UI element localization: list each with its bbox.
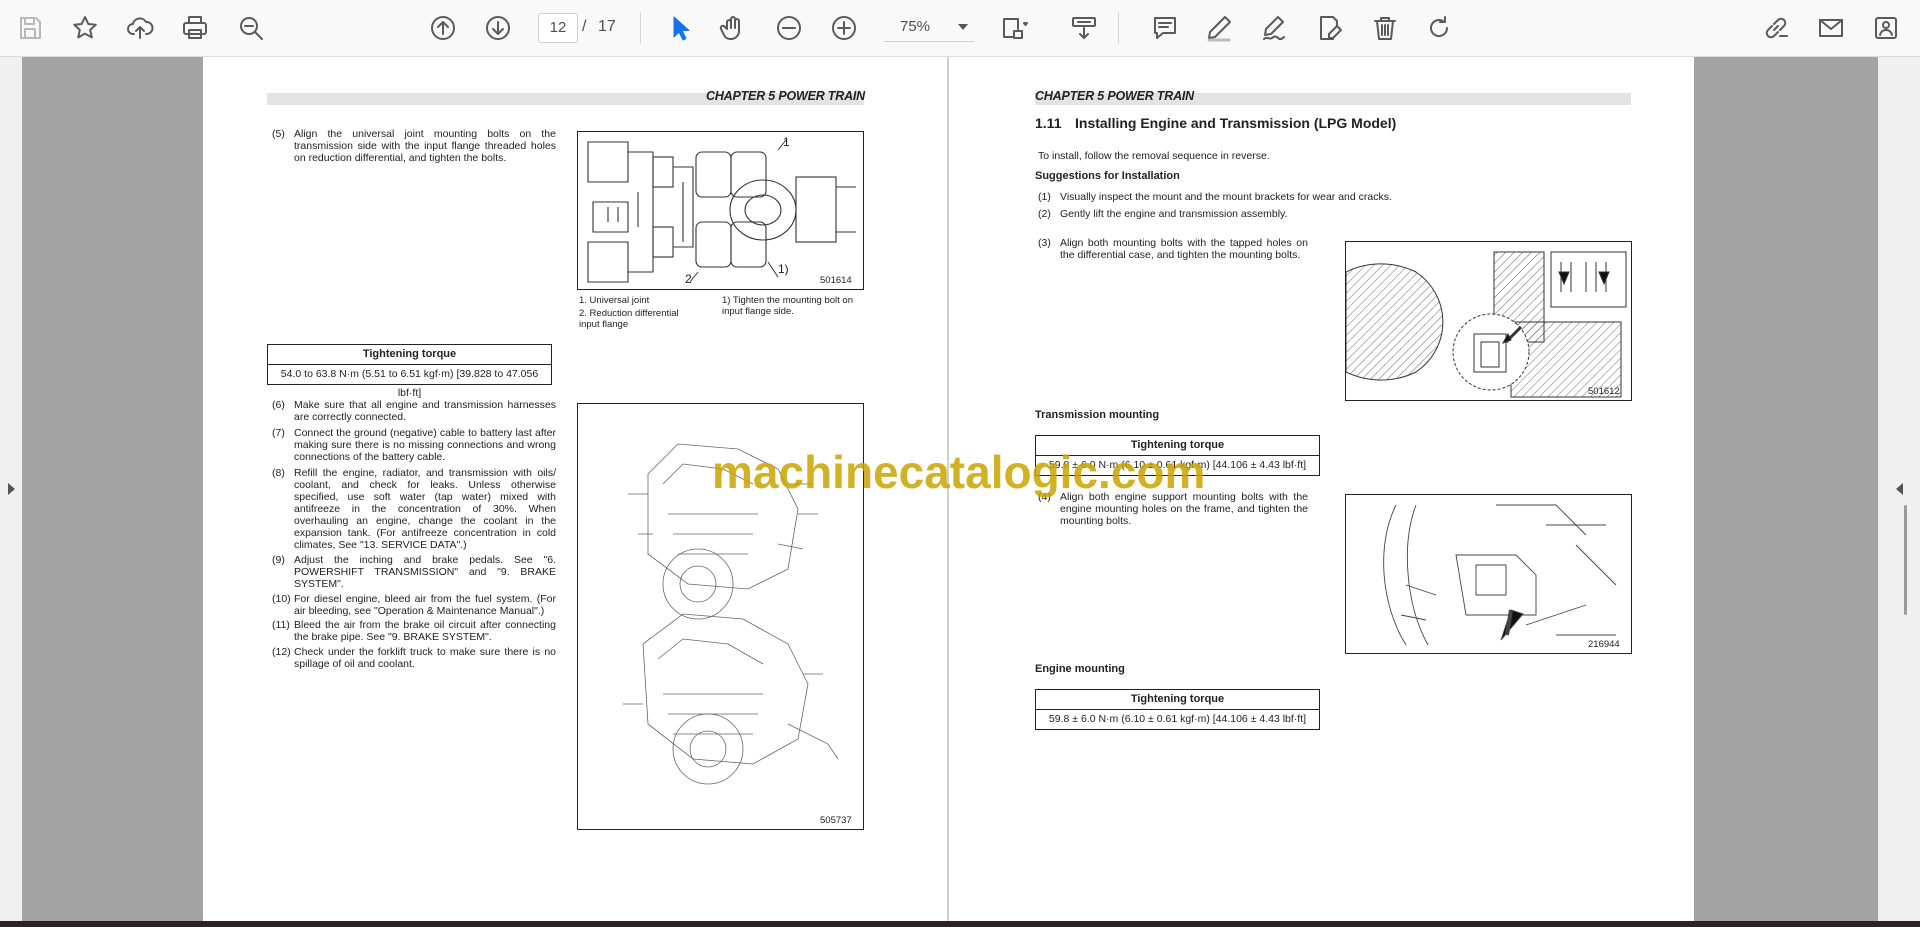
scroll-mode-icon[interactable] bbox=[1066, 10, 1102, 46]
zoom-search-icon[interactable] bbox=[233, 10, 269, 46]
step-number: (5) bbox=[272, 128, 285, 140]
step-number: (7) bbox=[272, 427, 285, 439]
step-11: (11) Bleed the air from the brake oil ci… bbox=[272, 619, 556, 643]
step-number: (12) bbox=[272, 646, 291, 658]
caption-2: 2. Reduction differential input flange bbox=[579, 308, 679, 330]
section-number: 1.11 bbox=[1035, 115, 1062, 131]
callout-1-paren: 1) bbox=[778, 262, 789, 276]
fit-page-icon[interactable] bbox=[996, 10, 1032, 46]
rotate-icon[interactable] bbox=[1421, 10, 1457, 46]
chevron-right-icon bbox=[8, 483, 15, 495]
step-text: Refill the engine, radiator, and transmi… bbox=[294, 467, 556, 551]
page-number-input[interactable]: 12 bbox=[538, 13, 578, 43]
torque-table-3: Tightening torque 59.8 ± 6.0 N·m (6.10 ±… bbox=[1035, 689, 1320, 730]
step-number: (8) bbox=[272, 467, 285, 479]
suggestion-2: (2) Gently lift the engine and transmiss… bbox=[1038, 208, 1418, 220]
callout-2: 2 bbox=[685, 272, 692, 286]
step-text: Adjust the inching and brake pedals. See… bbox=[294, 554, 556, 590]
engine-mounting-label: Engine mounting bbox=[1035, 663, 1125, 675]
zoom-out-icon[interactable] bbox=[771, 10, 807, 46]
step-text: Connect the ground (negative) cable to b… bbox=[294, 427, 556, 463]
torque-value: 59.8 ± 6.0 N·m (6.10 ± 0.61 kgf·m) [44.1… bbox=[1048, 713, 1307, 725]
share-icon[interactable] bbox=[1868, 10, 1904, 46]
step-number: (11) bbox=[272, 619, 290, 631]
torque-header: Tightening torque bbox=[1036, 690, 1319, 710]
step-number: (6) bbox=[272, 399, 285, 411]
figure-engine-mounting: 216944 bbox=[1345, 494, 1632, 654]
page-separator: / bbox=[582, 18, 587, 35]
suggestions-title: Suggestions for Installation bbox=[1035, 170, 1180, 182]
step-10: (10) For diesel engine, bleed air from t… bbox=[272, 593, 556, 617]
torque-value: 54.0 to 63.8 N·m (5.51 to 6.51 kgf·m) [3… bbox=[280, 368, 539, 399]
select-cursor-icon[interactable] bbox=[662, 10, 698, 46]
pen-icon[interactable] bbox=[1201, 10, 1237, 46]
caption-3: 1) Tighten the mounting bolt on input fl… bbox=[722, 295, 853, 317]
sign-icon[interactable] bbox=[1256, 10, 1292, 46]
step-text: Gently lift the engine and transmission … bbox=[1060, 208, 1288, 220]
step-6: (6) Make sure that all engine and transm… bbox=[272, 399, 556, 423]
chapter-header: CHAPTER 5 POWER TRAIN bbox=[1035, 89, 1195, 103]
torque-header: Tightening torque bbox=[268, 345, 551, 365]
figure-code: 216944 bbox=[1588, 639, 1620, 650]
step-text: For diesel engine, bleed air from the fu… bbox=[294, 593, 556, 617]
step-number: (9) bbox=[272, 554, 285, 566]
toolbar: 12 / 17 75% bbox=[0, 0, 1920, 57]
left-panel-toggle[interactable] bbox=[0, 57, 22, 921]
page-total: 17 bbox=[598, 18, 616, 35]
section-title: Installing Engine and Transmission (LPG … bbox=[1075, 115, 1397, 131]
step-12: (12) Check under the forklift truck to m… bbox=[272, 646, 556, 670]
step-text: Visually inspect the mount and the mount… bbox=[1060, 191, 1392, 203]
torque-table-1: Tightening torque 54.0 to 63.8 N·m (5.51… bbox=[267, 344, 552, 399]
step-3: (3) Align both mounting bolts with the t… bbox=[1038, 237, 1308, 261]
watermark: machinecatalogic.com bbox=[712, 446, 1206, 498]
hand-icon[interactable] bbox=[715, 10, 751, 46]
chapter-header: CHAPTER 5 POWER TRAIN bbox=[706, 89, 866, 103]
caption-1: 1. Universal joint bbox=[579, 295, 650, 306]
page-up-icon[interactable] bbox=[425, 10, 461, 46]
edit-icon[interactable] bbox=[1311, 10, 1347, 46]
step-text: Make sure that all engine and transmissi… bbox=[294, 399, 556, 423]
print-icon[interactable] bbox=[177, 10, 213, 46]
page-down-icon[interactable] bbox=[480, 10, 516, 46]
intro-text: To install, follow the removal sequence … bbox=[1038, 150, 1270, 162]
step-number: (10) bbox=[272, 593, 291, 605]
chevron-down-icon bbox=[958, 24, 968, 30]
step-text: Align the universal joint mounting bolts… bbox=[294, 128, 556, 164]
suggestion-1: (1) Visually inspect the mount and the m… bbox=[1038, 191, 1418, 203]
transmission-mounting-label: Transmission mounting bbox=[1035, 409, 1160, 421]
delete-icon[interactable] bbox=[1367, 10, 1403, 46]
step-number: (1) bbox=[1038, 191, 1051, 203]
figure-universal-joint: 501614 1 2 1) bbox=[577, 131, 864, 290]
step-5: (5) Align the universal joint mounting b… bbox=[272, 128, 556, 164]
step-text: Bleed the air from the brake oil circuit… bbox=[294, 619, 556, 643]
zoom-in-icon[interactable] bbox=[826, 10, 862, 46]
step-text: Align both mounting bolts with the tappe… bbox=[1060, 237, 1308, 261]
step-8: (8) Refill the engine, radiator, and tra… bbox=[272, 467, 556, 551]
step-9: (9) Adjust the inching and brake pedals.… bbox=[272, 554, 556, 590]
step-text: Check under the forklift truck to make s… bbox=[294, 646, 556, 670]
step-number: (2) bbox=[1038, 208, 1051, 220]
figure-code: 501614 bbox=[820, 275, 852, 286]
scroll-thumb[interactable] bbox=[1904, 505, 1907, 615]
callout-1: 1 bbox=[783, 135, 790, 149]
upload-icon[interactable] bbox=[122, 10, 158, 46]
bottom-bar bbox=[0, 921, 1920, 927]
zoom-dropdown[interactable]: 75% bbox=[884, 13, 974, 42]
figure-code: 505737 bbox=[820, 815, 852, 826]
mail-icon[interactable] bbox=[1813, 10, 1849, 46]
save-icon[interactable] bbox=[12, 10, 48, 46]
link-icon[interactable] bbox=[1758, 10, 1794, 46]
star-icon[interactable] bbox=[67, 10, 103, 46]
chevron-left-icon bbox=[1896, 483, 1903, 495]
vertical-scrollbar[interactable] bbox=[1878, 57, 1920, 921]
zoom-value: 75% bbox=[900, 18, 931, 35]
step-number: (3) bbox=[1038, 237, 1051, 249]
step-7: (7) Connect the ground (negative) cable … bbox=[272, 427, 556, 463]
figure-code: 501612 bbox=[1588, 386, 1620, 397]
figure-transmission-mounting: 501612 bbox=[1345, 241, 1632, 401]
comment-icon[interactable] bbox=[1147, 10, 1183, 46]
